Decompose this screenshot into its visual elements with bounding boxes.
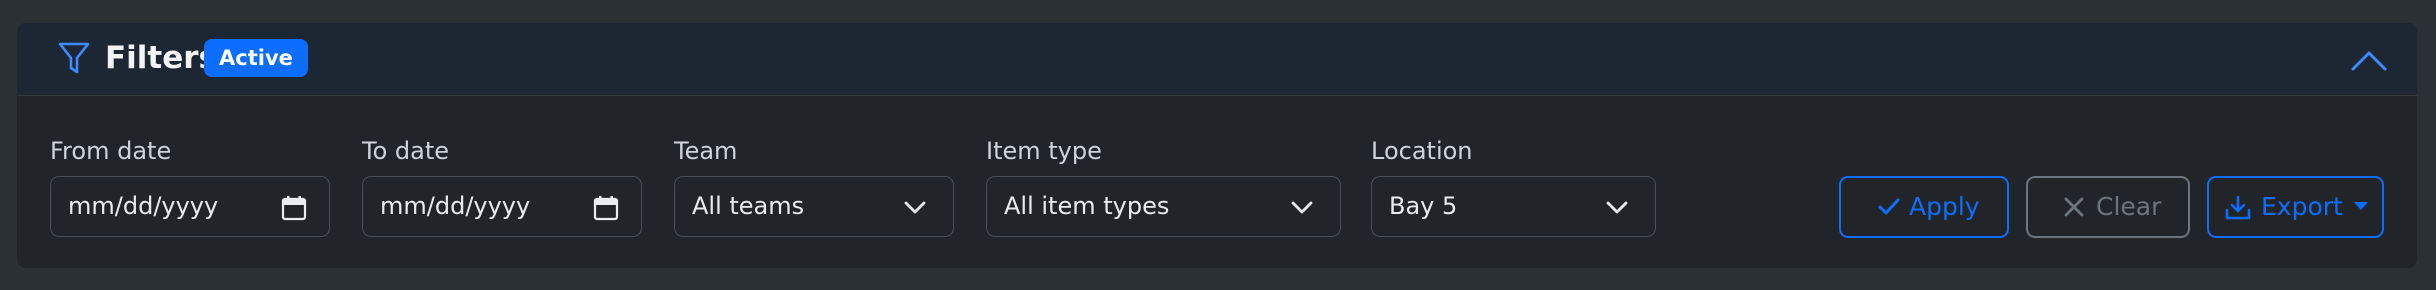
calendar-icon[interactable] (281, 195, 307, 221)
clear-label: Clear (2096, 192, 2162, 221)
check-icon (1878, 198, 1900, 215)
filters-header[interactable]: Filters Active (17, 23, 2417, 96)
to-date-label: To date (362, 137, 450, 165)
clear-button[interactable]: Clear (2026, 176, 2190, 238)
from-date-placeholder: mm/dd/yyyy (68, 192, 219, 220)
team-label: Team (674, 137, 738, 165)
item-type-label: Item type (986, 137, 1102, 165)
export-label: Export (2261, 192, 2343, 221)
team-select[interactable]: All teams (674, 176, 954, 237)
location-select[interactable]: Bay 5 (1371, 176, 1656, 237)
download-icon (2225, 195, 2251, 220)
chevron-down-icon (1606, 201, 1628, 214)
calendar-icon[interactable] (593, 195, 619, 221)
location-label: Location (1371, 137, 1473, 165)
chevron-up-icon[interactable] (2349, 43, 2389, 77)
x-icon (2064, 197, 2084, 217)
team-value: All teams (692, 192, 805, 220)
chevron-down-icon (904, 201, 926, 214)
filters-title: Filters (105, 40, 218, 76)
funnel-icon (58, 42, 90, 74)
from-date-label: From date (50, 137, 172, 165)
chevron-down-icon (1291, 201, 1313, 214)
apply-label: Apply (1909, 192, 1980, 221)
caret-down-icon (2354, 202, 2368, 210)
status-badge: Active (204, 39, 308, 77)
filters-card: Filters Active From date mm/dd/yyyy To d… (17, 23, 2417, 268)
from-date-input[interactable]: mm/dd/yyyy (50, 176, 330, 237)
to-date-placeholder: mm/dd/yyyy (380, 192, 531, 220)
to-date-input[interactable]: mm/dd/yyyy (362, 176, 642, 237)
export-button[interactable]: Export (2207, 176, 2384, 238)
item-type-value: All item types (1004, 192, 1170, 220)
location-value: Bay 5 (1389, 192, 1458, 220)
apply-button[interactable]: Apply (1839, 176, 2009, 238)
item-type-select[interactable]: All item types (986, 176, 1341, 237)
